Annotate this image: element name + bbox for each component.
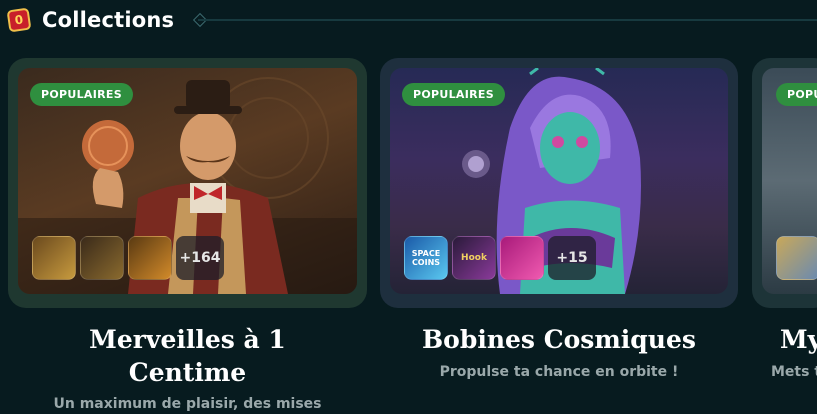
header-divider (198, 19, 817, 21)
game-thumbnail[interactable] (776, 236, 817, 280)
game-thumbnails (776, 236, 817, 280)
game-thumbnail[interactable]: Hook (452, 236, 496, 280)
game-thumbnail[interactable] (128, 236, 172, 280)
collection-subtitle: Mets t (771, 364, 817, 380)
game-thumbnail[interactable] (500, 236, 544, 280)
game-thumbnails: +164 (32, 236, 224, 280)
collection-card-merveilles[interactable]: POPULAIRES +164 (8, 58, 367, 308)
collection-title[interactable]: Bobines Cosmiques (380, 323, 738, 356)
collection-title[interactable]: Merveilles à 1 Centime (30, 323, 345, 389)
game-thumbnail[interactable] (80, 236, 124, 280)
section-title: Collections (42, 8, 175, 32)
collection-title[interactable]: My (780, 323, 817, 356)
collections-icon: 0 (6, 7, 32, 33)
collections-header: 0 Collections (6, 6, 175, 34)
popular-badge: POPULAIRES (402, 83, 505, 106)
collection-subtitle: Propulse ta chance en orbite ! (439, 364, 679, 380)
game-thumbnails: SPACE COINS Hook +15 (404, 236, 596, 280)
popular-badge: POPULAIRES (30, 83, 133, 106)
game-thumbnail[interactable]: SPACE COINS (404, 236, 448, 280)
game-thumbnail[interactable] (32, 236, 76, 280)
collection-subtitle: Un maximum de plaisir, des mises (53, 396, 322, 412)
collection-card-bobines[interactable]: POPULAIRES SPACE COINS Hook +15 (380, 58, 738, 308)
collection-card-partial[interactable]: POPU (752, 58, 817, 308)
more-games-count[interactable]: +164 (176, 236, 224, 280)
popular-badge: POPU (776, 83, 817, 106)
more-games-count[interactable]: +15 (548, 236, 596, 280)
